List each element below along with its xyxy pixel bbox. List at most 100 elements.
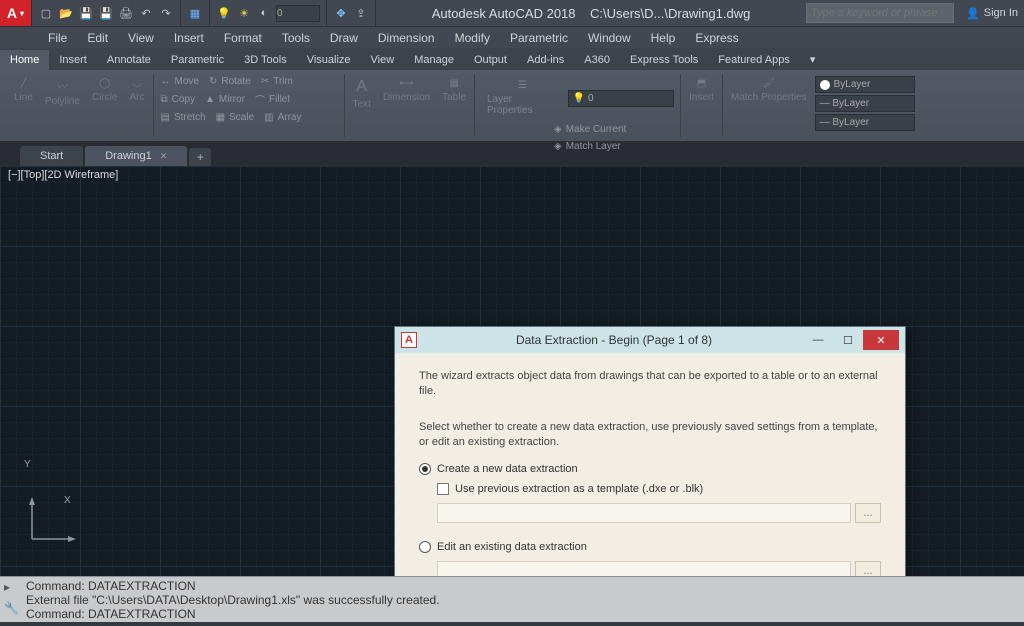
redo-icon[interactable]: ↷ xyxy=(158,5,174,21)
stretch-tool[interactable]: ▤Stretch xyxy=(156,110,211,125)
radio-create-new[interactable]: Create a new data extraction xyxy=(419,463,881,475)
dialog-maximize-button[interactable]: ☐ xyxy=(833,330,863,350)
layer-combo[interactable]: 💡 0 xyxy=(568,90,674,107)
lineweight-combo[interactable]: ― ByLayer xyxy=(815,95,915,112)
workspace-icon[interactable]: ▦ xyxy=(187,5,203,21)
polyline-tool[interactable]: 〰Polyline xyxy=(39,74,86,111)
arc-tool[interactable]: ◡Arc xyxy=(124,74,151,107)
check-use-template[interactable]: Use previous extraction as a template (.… xyxy=(437,483,881,495)
saveas-icon[interactable]: 💾 xyxy=(98,5,114,21)
trim-tool[interactable]: ✂Trim xyxy=(256,74,298,89)
new-tab-button[interactable]: + xyxy=(189,148,211,166)
tab-start[interactable]: Start xyxy=(20,146,83,166)
menu-format[interactable]: Format xyxy=(214,31,272,45)
fillet-tool[interactable]: ⌒Fillet xyxy=(250,90,295,109)
menu-dimension[interactable]: Dimension xyxy=(368,31,445,45)
match-layer-button[interactable]: ◈Match Layer xyxy=(549,139,631,154)
qat-group-3: 💡 ☀ ◐ xyxy=(210,0,327,26)
new-icon[interactable]: ▢ xyxy=(38,5,54,21)
ribbon-tab-featured-apps[interactable]: Featured Apps xyxy=(708,50,800,70)
menu-parametric[interactable]: Parametric xyxy=(500,31,578,45)
menu-express[interactable]: Express xyxy=(685,31,748,45)
dialog-minimize-button[interactable]: — xyxy=(803,330,833,350)
menu-tools[interactable]: Tools xyxy=(272,31,320,45)
ribbon-tab-home[interactable]: Home xyxy=(0,50,49,70)
ribbon-options-icon[interactable]: ▾ xyxy=(800,49,826,70)
existing-browse-button[interactable]: ... xyxy=(855,561,881,576)
color-combo[interactable]: ByLayer xyxy=(815,76,915,93)
menu-window[interactable]: Window xyxy=(578,31,641,45)
layer-properties-button[interactable]: ☰Layer Properties xyxy=(481,76,564,120)
insert-block-button[interactable]: ⬒Insert xyxy=(683,74,720,107)
stretch-icon: ▤ xyxy=(161,112,170,123)
cmd-config-icon[interactable]: 🔧 xyxy=(4,601,20,617)
menu-modify[interactable]: Modify xyxy=(445,31,500,45)
circle-tool[interactable]: ◯Circle xyxy=(86,74,124,107)
match-properties-button[interactable]: 🖌Match Properties xyxy=(725,74,813,107)
undo-icon[interactable]: ↶ xyxy=(138,5,154,21)
ribbon-tab-a360[interactable]: A360 xyxy=(574,50,620,70)
ribbon-tab-express-tools[interactable]: Express Tools xyxy=(620,50,708,70)
linetype-combo[interactable]: ― ByLayer xyxy=(815,114,915,131)
scale-tool[interactable]: ▦Scale xyxy=(211,110,259,125)
table-icon: ▦ xyxy=(449,78,458,89)
viewport-label[interactable]: [−][Top][2D Wireframe] xyxy=(8,169,118,181)
make-current-button[interactable]: ◈Make Current xyxy=(549,122,631,137)
sun-icon[interactable]: ☀ xyxy=(236,5,252,21)
menu-draw[interactable]: Draw xyxy=(320,31,368,45)
command-line[interactable]: ▸ 🔧 Command: DATAEXTRACTION External fil… xyxy=(0,576,1024,622)
copy-icon: ⧉ xyxy=(161,94,168,105)
ribbon-panel: ╱Line 〰Polyline ◯Circle ◡Arc ↔Move ↻Rota… xyxy=(0,70,1024,142)
rotate-icon: ↻ xyxy=(209,76,217,87)
mirror-tool[interactable]: ▲Mirror xyxy=(200,90,250,109)
copy-tool[interactable]: ⧉Copy xyxy=(156,90,201,109)
ribbon-tab-manage[interactable]: Manage xyxy=(404,50,464,70)
ribbon-tab-insert[interactable]: Insert xyxy=(49,50,97,70)
existing-path-input[interactable] xyxy=(437,561,851,576)
text-icon: A xyxy=(356,78,367,96)
tab-drawing[interactable]: Drawing1✕ xyxy=(85,146,187,166)
drawing-area[interactable]: [−][Top][2D Wireframe] Y X A Data Extrac… xyxy=(0,166,1024,576)
title-text: Autodesk AutoCAD 2018 C:\Users\D...\Draw… xyxy=(376,6,806,21)
save-icon[interactable]: 💾 xyxy=(78,5,94,21)
ribbon-tab-visualize[interactable]: Visualize xyxy=(297,50,361,70)
share-icon[interactable]: ⇪ xyxy=(353,5,369,21)
radio-edit-existing[interactable]: Edit an existing data extraction xyxy=(419,541,881,553)
menu-file[interactable]: File xyxy=(38,31,77,45)
cmd-recent-icon[interactable]: ▸ xyxy=(4,580,20,596)
array-tool[interactable]: ▥Array xyxy=(259,110,306,125)
sign-in-button[interactable]: 👤 Sign In xyxy=(960,7,1024,20)
dimension-icon: ⟷ xyxy=(399,78,413,89)
rotate-tool[interactable]: ↻Rotate xyxy=(204,74,256,89)
ribbon-tab-view[interactable]: View xyxy=(361,50,405,70)
qat-value-input[interactable] xyxy=(276,5,320,22)
app-menu-button[interactable]: A xyxy=(0,0,32,26)
table-tool[interactable]: ▦Table xyxy=(436,74,472,107)
ribbon-tab-add-ins[interactable]: Add-ins xyxy=(517,50,574,70)
ribbon-tab-annotate[interactable]: Annotate xyxy=(97,50,161,70)
menu-help[interactable]: Help xyxy=(641,31,686,45)
qat-group-2: ▦ xyxy=(181,0,210,26)
title-bar: A ▢ 📂 💾 💾 🖨 ↶ ↷ ▦ 💡 ☀ ◐ ✥ ⇪ Autodesk Aut… xyxy=(0,0,1024,26)
dialog-close-button[interactable]: ✕ xyxy=(863,330,899,350)
nav-icon[interactable]: ✥ xyxy=(333,5,349,21)
text-tool[interactable]: AText xyxy=(347,74,377,114)
bulb-icon[interactable]: 💡 xyxy=(216,5,232,21)
brightness-icon[interactable]: ◐ xyxy=(256,5,272,21)
move-tool[interactable]: ↔Move xyxy=(156,74,204,89)
template-path-input[interactable] xyxy=(437,503,851,523)
ribbon-tab-output[interactable]: Output xyxy=(464,50,517,70)
menu-edit[interactable]: Edit xyxy=(77,31,118,45)
user-icon: 👤 xyxy=(966,7,980,20)
template-browse-button[interactable]: ... xyxy=(855,503,881,523)
menu-insert[interactable]: Insert xyxy=(164,31,214,45)
ribbon-tab-3d-tools[interactable]: 3D Tools xyxy=(234,50,297,70)
dimension-tool[interactable]: ⟷Dimension xyxy=(377,74,436,107)
help-search-input[interactable] xyxy=(806,3,954,23)
line-tool[interactable]: ╱Line xyxy=(8,74,39,107)
plot-icon[interactable]: 🖨 xyxy=(118,5,134,21)
open-icon[interactable]: 📂 xyxy=(58,5,74,21)
ribbon-tab-parametric[interactable]: Parametric xyxy=(161,50,234,70)
close-tab-icon[interactable]: ✕ xyxy=(160,151,168,161)
menu-view[interactable]: View xyxy=(118,31,164,45)
